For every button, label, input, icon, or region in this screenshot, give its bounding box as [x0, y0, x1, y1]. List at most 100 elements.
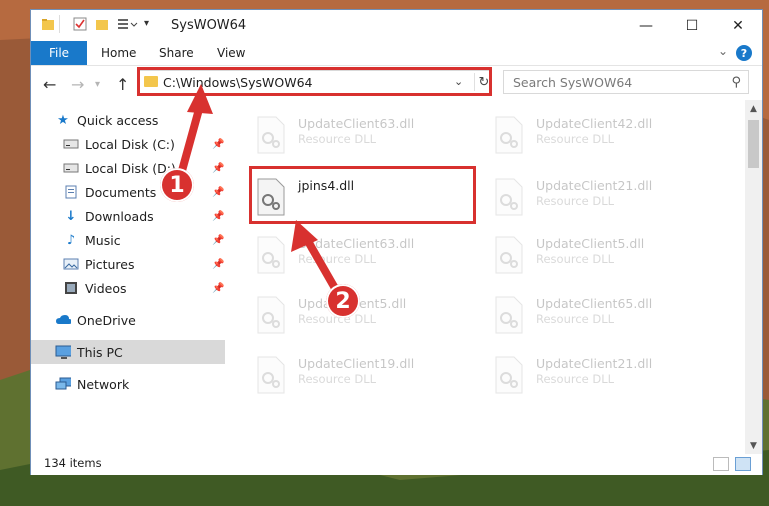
pc-icon	[55, 345, 71, 359]
file-item[interactable]: UpdateClient63.dll Resource DLL	[251, 230, 461, 278]
dll-file-icon	[495, 356, 523, 394]
minimize-button[interactable]: —	[623, 10, 669, 41]
sidebar-item-label: Quick access	[77, 112, 159, 128]
pin-icon[interactable]: 📌	[212, 211, 224, 222]
document-icon	[63, 185, 79, 199]
pin-icon[interactable]: 📌	[212, 139, 224, 150]
navigation-pane: ★ Quick access Local Disk (C:) 📌 Local D…	[31, 100, 227, 454]
sidebar-item-pictures[interactable]: Pictures 📌	[31, 252, 227, 276]
sidebar-item-label: Documents	[85, 184, 157, 200]
file-name: UpdateClient63.dll	[298, 236, 415, 251]
dll-file-icon	[257, 236, 285, 274]
search-icon[interactable]: ⚲	[731, 75, 741, 90]
dll-file-icon	[495, 116, 523, 154]
tab-file[interactable]: File	[31, 41, 87, 65]
new-folder-icon[interactable]	[95, 17, 109, 31]
scroll-up-icon[interactable]: ▲	[745, 100, 762, 117]
sidebar-item-label: Downloads	[85, 208, 154, 224]
sidebar-item-music[interactable]: ♪ Music 📌	[31, 228, 227, 252]
pin-icon[interactable]: 📌	[212, 163, 224, 174]
sidebar-item-onedrive[interactable]: OneDrive	[31, 308, 227, 332]
dll-file-icon	[495, 178, 523, 216]
dll-file-icon	[495, 236, 523, 274]
file-name: UpdateClient21.dll	[536, 356, 653, 371]
properties-icon[interactable]	[73, 17, 87, 31]
scroll-thumb[interactable]	[748, 120, 759, 168]
file-name: UpdateClient21.dll	[536, 178, 653, 193]
dll-file-icon	[257, 116, 285, 154]
sidebar-item-label: Local Disk (C:)	[85, 136, 175, 152]
file-item[interactable]: UpdateClient19.dll Resource DLL	[251, 350, 461, 398]
details-view-icon[interactable]	[713, 457, 729, 471]
file-item[interactable]: UpdateClient42.dll Resource DLL	[489, 110, 699, 158]
search-input[interactable]: Search SysWOW64 ⚲	[503, 70, 749, 94]
music-icon: ♪	[66, 232, 76, 248]
dll-file-icon	[495, 296, 523, 334]
sidebar-item-videos[interactable]: Videos 📌	[31, 276, 227, 300]
sidebar-item-label: OneDrive	[77, 312, 136, 328]
pin-icon[interactable]: 📌	[212, 283, 224, 294]
sidebar-item-label: Pictures	[85, 256, 135, 272]
download-icon: ↓	[65, 208, 77, 224]
file-item[interactable]: UpdateClient21.dll Resource DLL	[489, 172, 699, 220]
scroll-down-icon[interactable]: ▼	[745, 437, 762, 454]
file-item[interactable]: UpdateClient63.dll Resource DLL	[251, 110, 461, 158]
expand-ribbon-icon[interactable]: ⌄	[718, 44, 728, 58]
file-type: Resource DLL	[298, 372, 377, 386]
file-type: Resource DLL	[536, 132, 615, 146]
step-2-badge: 2	[326, 284, 360, 318]
help-icon[interactable]: ?	[736, 45, 752, 61]
vertical-scrollbar[interactable]: ▲ ▼	[745, 100, 762, 454]
quick-access-dropdown-icon[interactable]: ▾	[144, 18, 149, 29]
folder-icon[interactable]	[41, 17, 55, 31]
sidebar-item-local-disk-d[interactable]: Local Disk (D:) 📌	[31, 156, 227, 180]
file-highlight	[249, 166, 476, 224]
sidebar-item-local-disk-c[interactable]: Local Disk (C:) 📌	[31, 132, 227, 156]
file-type: Resource DLL	[298, 132, 377, 146]
file-list: UpdateClient63.dll Resource DLL UpdateCl…	[231, 100, 741, 454]
sidebar-item-this-pc[interactable]: This PC	[31, 340, 225, 364]
large-icons-view-icon[interactable]	[735, 457, 751, 471]
file-item[interactable]: UpdateClient5.dll Resource DLL	[489, 230, 699, 278]
sidebar-item-label: Music	[85, 232, 121, 248]
file-name: UpdateClient65.dll	[536, 296, 653, 311]
file-name: UpdateClient5.dll	[536, 236, 645, 251]
step-1-badge: 1	[160, 168, 194, 202]
divider	[59, 15, 60, 33]
maximize-button[interactable]: ☐	[669, 10, 715, 41]
sidebar-item-downloads[interactable]: ↓ Downloads 📌	[31, 204, 227, 228]
tab-view[interactable]: View	[217, 46, 245, 60]
file-name: UpdateClient42.dll	[536, 116, 653, 131]
video-icon	[63, 281, 79, 295]
back-arrow-icon[interactable]: ←	[43, 75, 56, 94]
ribbon-tabs: File Home Share View ⌄ ?	[31, 41, 762, 66]
sidebar-item-label: Videos	[85, 280, 127, 296]
sidebar-item-network[interactable]: Network	[31, 372, 227, 396]
file-name: UpdateClient63.dll	[298, 116, 415, 131]
file-type: Resource DLL	[536, 194, 615, 208]
close-button[interactable]: ✕	[715, 10, 761, 41]
file-item[interactable]: UpdateClient65.dll Resource DLL	[489, 290, 699, 338]
sidebar-item-label: This PC	[77, 344, 123, 360]
up-arrow-icon[interactable]: ↑	[116, 75, 129, 94]
tab-home[interactable]: Home	[101, 46, 136, 60]
pin-icon[interactable]: 📌	[212, 259, 224, 270]
cloud-icon	[55, 313, 71, 327]
recent-locations-icon[interactable]: ▾	[95, 79, 100, 90]
pin-icon[interactable]: 📌	[212, 187, 224, 198]
pin-icon[interactable]: 📌	[212, 235, 224, 246]
file-type: Resource DLL	[298, 252, 377, 266]
window-title: SysWOW64	[171, 18, 247, 33]
file-type: Resource DLL	[536, 372, 615, 386]
sidebar-item-quick-access[interactable]: ★ Quick access	[31, 108, 227, 132]
search-placeholder: Search SysWOW64	[513, 75, 633, 90]
file-item[interactable]: UpdateClient21.dll Resource DLL	[489, 350, 699, 398]
sidebar-item-documents[interactable]: Documents 📌	[31, 180, 227, 204]
customize-toolbar-icon[interactable]	[117, 17, 139, 31]
tab-share[interactable]: Share	[159, 46, 194, 60]
forward-arrow-icon[interactable]: →	[71, 75, 84, 94]
item-count: 134 items	[44, 456, 102, 470]
dll-file-icon	[257, 296, 285, 334]
sidebar-item-label: Network	[77, 376, 130, 392]
title-bar: ▾ SysWOW64 — ☐ ✕	[31, 10, 762, 41]
